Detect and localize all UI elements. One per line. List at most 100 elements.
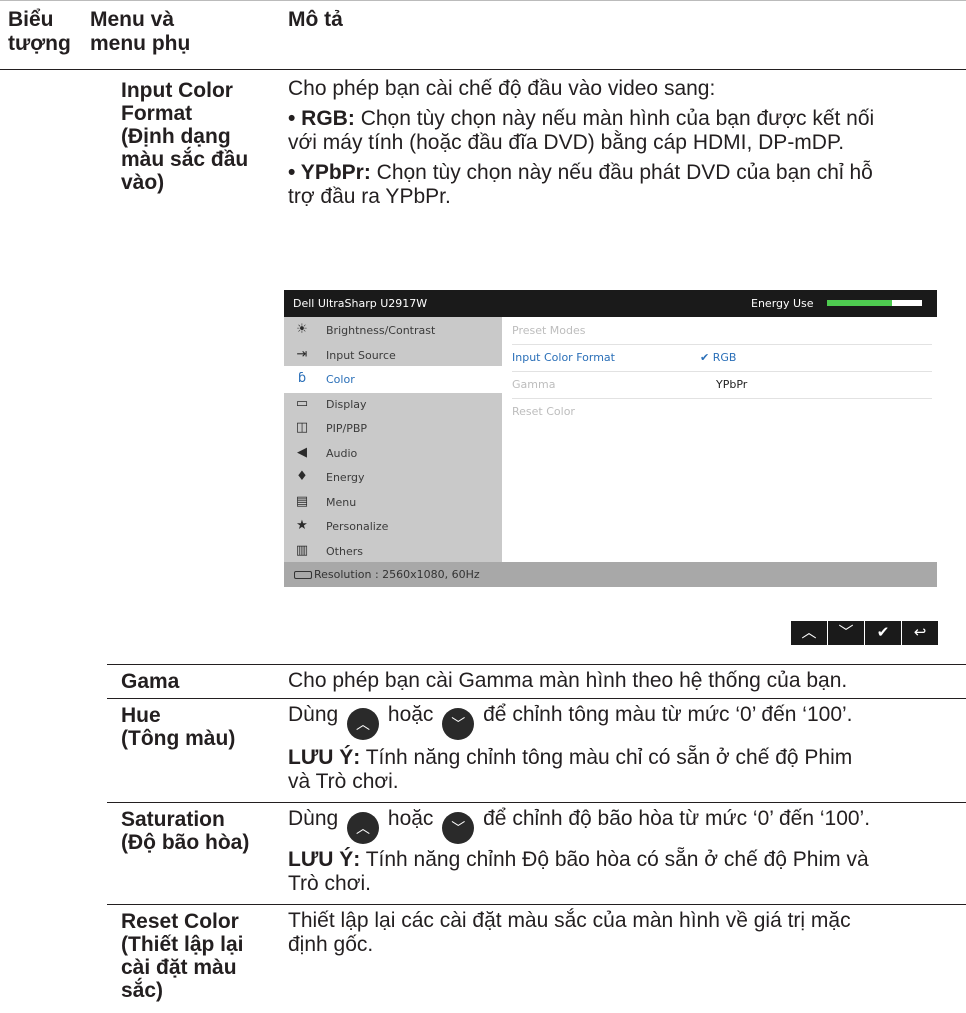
row-rule (107, 802, 966, 803)
sun-icon: ☀ (296, 322, 308, 337)
osd-main-menu: ☀ Brightness/Contrast ⇥ Input Source ɓ Color ▭… (284, 317, 502, 562)
saturation-menu: Saturation (Độ bão hòa) (121, 808, 249, 854)
menu-line: sắc) (121, 979, 164, 1002)
osd-menu-label: Display (326, 397, 367, 411)
check-icon[interactable]: ✔ (865, 621, 901, 645)
header-line: Biểu (8, 8, 54, 31)
osd-menu-label: Brightness/Contrast (326, 324, 436, 337)
desc-text: để chỉnh tông màu từ mức ‘0’ đến ‘100’. (483, 703, 853, 726)
menu-icon: ▤ (295, 493, 309, 509)
input-color-format-description: Cho phép bạn cài chế độ đầu vào video sa… (288, 77, 958, 209)
speaker-icon: ◀ (297, 444, 307, 460)
down-arrow-icon[interactable]: ﹀ (828, 621, 864, 645)
rgb-label: • RGB: (288, 107, 355, 130)
resolution-text: Resolution : 2560x1080, 60Hz (314, 568, 480, 581)
osd-menu-label: Others (326, 544, 363, 558)
desc-line: Chọn tùy chọn này nếu đầu phát DVD của b… (370, 161, 873, 184)
osd-menu-item-others[interactable]: ▥ Others (284, 538, 502, 565)
hdmi-icon (294, 571, 312, 579)
osd-menu-item-energy[interactable]: ♦ Energy (284, 464, 502, 491)
osd-menu-item-input-source[interactable]: ⇥ Input Source (284, 342, 502, 369)
desc-line: Tính năng chỉnh tông màu chỉ có sẵn ở ch… (360, 746, 853, 769)
osd-submenu: Preset Modes Input Color Format ✔ RGB Ga… (502, 317, 937, 562)
osd-menu-item-menu[interactable]: ▤ Menu (284, 489, 502, 516)
note-label: LƯU Ý: (288, 848, 361, 871)
up-arrow-icon[interactable]: ︿ (791, 621, 827, 645)
menu-line: cài đặt màu (121, 956, 237, 979)
menu-line: (Tông màu) (121, 727, 236, 750)
star-icon: ★ (296, 518, 308, 533)
header-rule (0, 69, 966, 70)
osd-menu-screenshot: Dell UltraSharp U2917W Energy Use ☀ Brigh… (284, 290, 937, 587)
note-label: LƯU Ý: (288, 746, 361, 769)
desc-line: Trò chơi. (288, 872, 372, 895)
submenu-item-input-color-format[interactable]: Input Color Format ✔ RGB (512, 344, 932, 372)
hue-menu: Hue (Tông màu) (121, 704, 235, 750)
option-rgb[interactable]: ✔ RGB (700, 351, 736, 364)
energy-use-label: Energy Use (751, 297, 814, 310)
submenu-item[interactable]: Reset Color (512, 398, 932, 425)
osd-menu-label: Audio (326, 446, 358, 460)
osd-menu-item-color[interactable]: ɓ Color (284, 366, 502, 393)
osd-menu-item-display[interactable]: ▭ Display (284, 391, 502, 418)
energy-use-meter (827, 300, 922, 306)
down-arrow-icon: ﹀ (442, 708, 475, 740)
desc-text: Dùng (288, 703, 339, 726)
desc-line: Chọn tùy chọn này nếu màn hình của bạn đ… (354, 107, 875, 130)
submenu-item[interactable]: Preset Modes (512, 317, 932, 345)
header-menu-column: Menu và menu phụ (90, 8, 190, 56)
desc-line: với máy tính (hoặc đầu đĩa DVD) bằng cáp… (288, 131, 845, 154)
top-rule (0, 0, 966, 1)
option-ypbpr[interactable]: YPbPr (716, 378, 747, 391)
pip-icon: ◫ (295, 420, 309, 435)
submenu-item[interactable]: Gamma YPbPr (512, 371, 932, 399)
energy-use-fill (827, 300, 892, 306)
submenu-label: Reset Color (512, 405, 575, 418)
submenu-label: Preset Modes (512, 324, 586, 337)
header-icon-column: Biểu tượng (8, 8, 71, 56)
ypbpr-option-text: • YPbPr: Chọn tùy chọn này nếu đầu phát … (288, 161, 958, 209)
osd-status-bar: Resolution : 2560x1080, 60Hz (284, 562, 937, 587)
osd-title: Dell UltraSharp U2917W (293, 297, 428, 310)
desc-line: Tính năng chỉnh Độ bão hòa có sẵn ở chế … (360, 848, 869, 871)
saturation-description: Dùng ︿ hoặc ﹀ để chỉnh độ bão hòa từ mức… (288, 807, 958, 896)
osd-menu-item-brightness-contrast[interactable]: ☀ Brightness/Contrast (284, 317, 502, 344)
osd-menu-label: Input Source (326, 348, 396, 362)
desc-line: Thiết lập lại các cài đặt màu sắc của mà… (288, 909, 851, 932)
back-icon[interactable]: ↩ (902, 621, 938, 645)
menu-line: vào) (121, 171, 165, 194)
header-desc-column: Mô tả (288, 8, 343, 31)
desc-line: định gốc. (288, 933, 374, 956)
osd-menu-item-audio[interactable]: ◀ Audio (284, 440, 502, 467)
submenu-label: Gamma (512, 378, 556, 391)
desc-text: để chỉnh độ bão hòa từ mức ‘0’ đến ‘100’… (483, 807, 871, 830)
osd-menu-item-pip-pbp[interactable]: ◫ PIP/PBP (284, 415, 502, 442)
osd-menu-label: PIP/PBP (326, 422, 368, 435)
hue-note: LƯU Ý: Tính năng chỉnh tông màu chỉ có s… (288, 746, 958, 794)
osd-menu-label: Personalize (326, 520, 389, 533)
down-arrow-icon: ﹀ (442, 812, 475, 844)
gama-description: Cho phép bạn cài Gamma màn hình theo hệ … (288, 669, 848, 692)
desc-line: trợ đầu ra YPbPr. (288, 185, 451, 208)
menu-line: (Định dạng (121, 125, 231, 148)
display-icon: ▭ (295, 395, 309, 411)
hue-description: Dùng ︿ hoặc ﹀ để chỉnh tông màu từ mức ‘… (288, 703, 958, 794)
menu-line: Saturation (121, 808, 225, 831)
osd-menu-item-personalize[interactable]: ★ Personalize (284, 513, 502, 540)
menu-line: Hue (121, 704, 161, 727)
hue-usage-text: Dùng ︿ hoặc ﹀ để chỉnh tông màu từ mức ‘… (288, 703, 958, 740)
input-source-icon: ⇥ (296, 346, 308, 362)
others-icon: ▥ (295, 542, 309, 558)
desc-text: hoặc (387, 807, 434, 830)
saturation-usage-text: Dùng ︿ hoặc ﹀ để chỉnh độ bão hòa từ mức… (288, 807, 958, 844)
menu-line: (Thiết lập lại (121, 933, 244, 956)
gama-menu: Gama (121, 670, 180, 693)
osd-title-bar: Dell UltraSharp U2917W Energy Use (284, 290, 937, 317)
osd-menu-label: Energy (326, 471, 365, 484)
desc-text: Dùng (288, 807, 339, 830)
menu-line: Input Color (121, 79, 233, 102)
osd-menu-label: Color (326, 373, 355, 386)
option-label: RGB (712, 351, 737, 364)
menu-line: Format (121, 102, 193, 125)
row-rule (107, 664, 966, 665)
